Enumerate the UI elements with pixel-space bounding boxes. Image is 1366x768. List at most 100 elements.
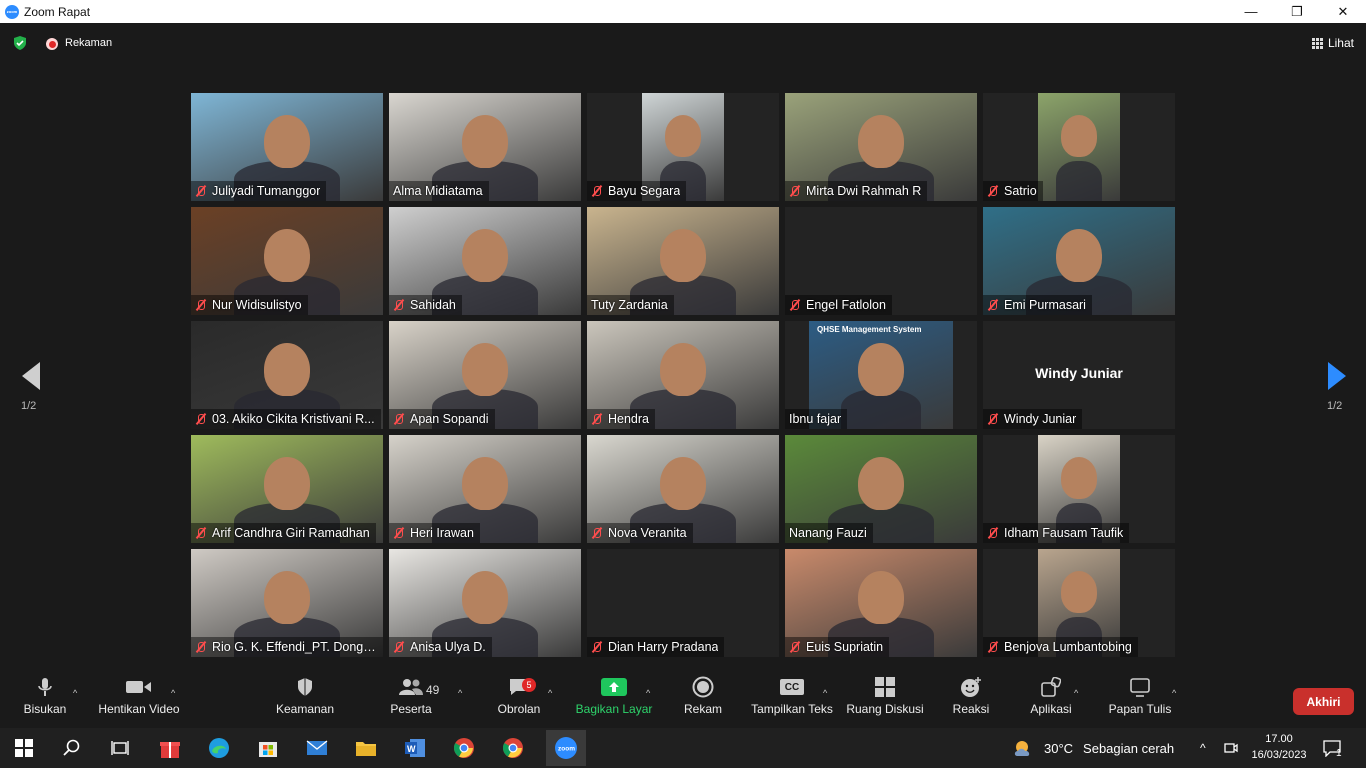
captions-options-chevron-icon[interactable]: ^ xyxy=(823,688,827,698)
chrome-browser-icon[interactable] xyxy=(452,736,476,760)
chat-button[interactable]: 5 Obrolan xyxy=(496,672,542,730)
mute-button[interactable]: Bisukan xyxy=(22,672,68,730)
participant-tile[interactable]: QHSE Management System Ibnu fajar xyxy=(785,321,977,429)
notifications-icon[interactable]: 1 xyxy=(1322,728,1342,768)
participant-tile[interactable]: Mirta Dwi Rahmah R xyxy=(785,93,977,201)
participant-tile[interactable]: Windy Juniar Windy Juniar xyxy=(983,321,1175,429)
show-hidden-icons-chevron-icon[interactable]: ^ xyxy=(1200,728,1206,768)
participants-label: Peserta xyxy=(390,702,432,716)
svg-text:zoom: zoom xyxy=(558,746,575,753)
muted-microphone-icon xyxy=(987,641,999,653)
participant-name: Euis Supriatin xyxy=(806,640,884,654)
security-button[interactable]: Keamanan xyxy=(276,672,334,730)
reactions-label: Reaksi xyxy=(952,702,990,716)
view-button[interactable]: Lihat xyxy=(1311,36,1354,50)
participant-tile[interactable]: Arif Candhra Giri Ramadhan xyxy=(191,435,383,543)
mute-options-chevron-icon[interactable]: ^ xyxy=(73,688,77,698)
participant-name-bar: Benjova Lumbantobing xyxy=(983,637,1138,657)
file-explorer-icon[interactable] xyxy=(354,736,378,760)
stop-video-label: Hentikan Video xyxy=(98,702,180,716)
participant-tile[interactable]: Hendra xyxy=(587,321,779,429)
microsoft-store-icon[interactable] xyxy=(256,736,280,760)
captions-button[interactable]: CC Tampilkan Teks xyxy=(750,672,834,730)
participant-tile[interactable]: Rio G. K. Effendi_PT. Dongs... xyxy=(191,549,383,657)
share-screen-button[interactable]: Bagikan Layar xyxy=(576,672,652,730)
word-app-icon[interactable]: W xyxy=(403,736,427,760)
participant-name-bar: Emi Purmasari xyxy=(983,295,1092,315)
participant-name-bar: Ibnu fajar xyxy=(785,409,848,429)
mail-icon[interactable] xyxy=(305,736,329,760)
participant-name: 03. Akiko Cikita Kristivani R... xyxy=(212,412,375,426)
participant-tile[interactable]: Benjova Lumbantobing xyxy=(983,549,1175,657)
task-view-icon[interactable] xyxy=(108,736,132,760)
participant-name: Heri Irawan xyxy=(410,526,474,540)
participant-name-bar: Tuty Zardania xyxy=(587,295,674,315)
weather-description: Sebagian cerah xyxy=(1083,740,1175,756)
participant-name-bar: Satrio xyxy=(983,181,1043,201)
reactions-button[interactable]: Reaksi xyxy=(950,672,992,730)
participants-options-chevron-icon[interactable]: ^ xyxy=(458,688,462,698)
zoom-taskbar-icon[interactable]: zoom xyxy=(546,730,586,766)
partly-sunny-icon xyxy=(1014,741,1030,756)
close-button[interactable]: ✕ xyxy=(1320,0,1366,23)
whiteboard-options-chevron-icon[interactable]: ^ xyxy=(1172,688,1176,698)
gift-app-icon[interactable] xyxy=(158,736,182,760)
edge-browser-icon[interactable] xyxy=(207,736,231,760)
participant-tile[interactable]: Juliyadi Tumanggor xyxy=(191,93,383,201)
meet-now-icon[interactable] xyxy=(1224,728,1238,768)
video-options-chevron-icon[interactable]: ^ xyxy=(171,688,175,698)
start-windows-icon[interactable] xyxy=(12,736,36,760)
restore-button[interactable]: ❐ xyxy=(1274,0,1320,23)
chrome-profile-icon[interactable] xyxy=(501,736,525,760)
apps-button[interactable]: Aplikasi xyxy=(1028,672,1074,730)
participant-tile[interactable]: Satrio xyxy=(983,93,1175,201)
share-options-chevron-icon[interactable]: ^ xyxy=(646,688,650,698)
participant-tile[interactable]: Tuty Zardania xyxy=(587,207,779,315)
participant-tile[interactable]: Nova Veranita xyxy=(587,435,779,543)
participant-tile[interactable]: 03. Akiko Cikita Kristivani R... xyxy=(191,321,383,429)
participant-tile[interactable]: Sahidah xyxy=(389,207,581,315)
next-page-button[interactable] xyxy=(1322,362,1352,390)
participant-tile[interactable]: Engel Fatlolon xyxy=(785,207,977,315)
participant-tile[interactable]: Heri Irawan xyxy=(389,435,581,543)
participant-tile[interactable]: Euis Supriatin xyxy=(785,549,977,657)
system-clock[interactable]: 17.00 16/03/2023 xyxy=(1248,731,1310,763)
chat-label: Obrolan xyxy=(497,702,541,716)
participant-tile[interactable]: Alma Midiatama xyxy=(389,93,581,201)
chat-options-chevron-icon[interactable]: ^ xyxy=(548,688,552,698)
participant-name-bar: Hendra xyxy=(587,409,655,429)
participant-tile[interactable]: Nanang Fauzi xyxy=(785,435,977,543)
participant-tile[interactable]: Apan Sopandi xyxy=(389,321,581,429)
weather-widget[interactable]: 30°C Sebagian cerah xyxy=(1012,728,1174,768)
muted-microphone-icon xyxy=(789,641,801,653)
video-camera-icon xyxy=(126,681,151,693)
title-bar: zoom Zoom Rapat — ❐ ✕ xyxy=(0,0,1366,23)
participant-tile[interactable]: Dian Harry Pradana xyxy=(587,549,779,657)
encryption-shield-icon[interactable] xyxy=(12,35,28,51)
participant-tile[interactable]: Anisa Ulya D. xyxy=(389,549,581,657)
participant-tile[interactable]: Bayu Segara xyxy=(587,93,779,201)
apps-options-chevron-icon[interactable]: ^ xyxy=(1074,688,1078,698)
participant-tile[interactable]: Idham Fausam Taufik xyxy=(983,435,1175,543)
record-button[interactable]: Rekam xyxy=(682,672,724,730)
muted-microphone-icon xyxy=(591,527,603,539)
participant-name-bar: Arif Candhra Giri Ramadhan xyxy=(191,523,376,543)
participant-display-name: Windy Juniar xyxy=(1035,365,1123,381)
stop-video-button[interactable]: Hentikan Video xyxy=(96,672,182,730)
participants-button[interactable]: Peserta xyxy=(388,672,434,730)
breakout-rooms-button[interactable]: Ruang Diskusi xyxy=(846,672,924,730)
muted-microphone-icon xyxy=(987,185,999,197)
muted-microphone-icon xyxy=(789,299,801,311)
whiteboard-button[interactable]: Papan Tulis xyxy=(1108,672,1172,730)
previous-page-button[interactable] xyxy=(16,362,46,390)
record-icon xyxy=(692,676,714,698)
minimize-button[interactable]: — xyxy=(1228,0,1274,23)
participant-tile[interactable]: Nur Widisulistyo xyxy=(191,207,383,315)
muted-microphone-icon xyxy=(987,299,999,311)
muted-microphone-icon xyxy=(393,527,405,539)
participant-name: Dian Harry Pradana xyxy=(608,640,719,654)
end-meeting-button[interactable]: Akhiri xyxy=(1293,688,1354,715)
participant-tile[interactable]: Emi Purmasari xyxy=(983,207,1175,315)
search-icon[interactable] xyxy=(60,736,84,760)
participant-name: Alma Midiatama xyxy=(393,184,483,198)
